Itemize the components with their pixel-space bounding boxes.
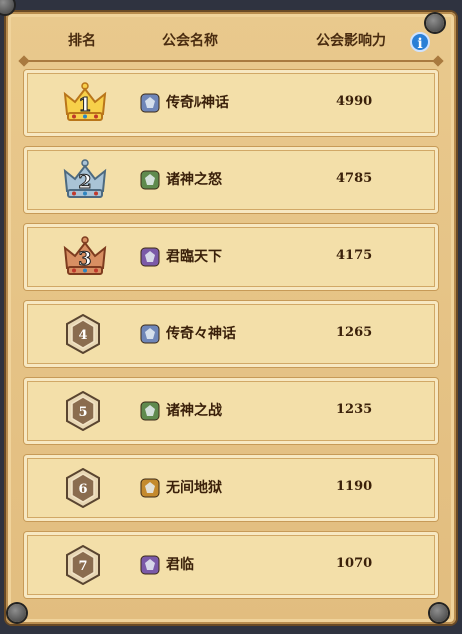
guild-name: 诸神之战 (166, 403, 222, 419)
guild-emblem-icon (140, 247, 160, 267)
guild-name: 无间地狱 (166, 480, 222, 496)
rank-header: 排名 (68, 33, 96, 49)
guild-influence: 1235 (336, 402, 373, 417)
hexagon-rank-icon: 7 (66, 545, 100, 585)
guild-emblem-icon (140, 170, 160, 190)
header-divider (22, 60, 440, 62)
guild-influence: 1070 (336, 556, 373, 571)
rank-number: 2 (78, 171, 91, 193)
guild-name: 传奇々神话 (166, 326, 236, 342)
guild-emblem-icon (140, 93, 160, 113)
corner-bolt (430, 604, 448, 622)
guild-influence: 4990 (336, 94, 373, 109)
guild-influence: 4175 (336, 248, 373, 263)
table-row[interactable]: 2 诸神之怒 4785 (24, 147, 438, 213)
table-row[interactable]: 3 君臨天下 4175 (24, 224, 438, 290)
rank-number: 4 (78, 328, 87, 343)
guild-name: 君臨天下 (166, 249, 222, 265)
guild-influence: 1265 (336, 325, 373, 340)
crown-rank-icon: 2 (63, 159, 107, 198)
guild-emblem-icon (140, 324, 160, 344)
rank-number: 3 (78, 248, 91, 270)
table-row[interactable]: 7 君临 1070 (24, 532, 438, 598)
influence-header: 公会影响力 (316, 33, 386, 49)
crown-rank-icon: 3 (63, 236, 107, 275)
table-row[interactable]: 4 传奇々神话 1265 (24, 301, 438, 367)
table-row[interactable]: 1 传奇ﾙ神话 4990 (24, 70, 438, 136)
table-header: 排名 公会名称 公会影响力 i (26, 22, 436, 58)
table-row[interactable]: 5 诸神之战 1235 (24, 378, 438, 444)
guild-emblem-icon (140, 555, 160, 575)
table-row[interactable]: 6 无间地狱 1190 (24, 455, 438, 521)
guild-influence: 4785 (336, 171, 373, 186)
rank-number: 1 (78, 94, 91, 116)
rank-number: 7 (78, 559, 87, 574)
hexagon-rank-icon: 5 (66, 391, 100, 431)
guild-emblem-icon (140, 478, 160, 498)
guild-emblem-icon (140, 401, 160, 421)
info-icon[interactable]: i (410, 32, 430, 52)
crown-rank-icon: 1 (63, 82, 107, 121)
guild-name: 君临 (166, 557, 194, 573)
guild-influence: 1190 (336, 479, 373, 494)
guild-name: 诸神之怒 (166, 172, 222, 188)
hexagon-rank-icon: 6 (66, 468, 100, 508)
rank-number: 5 (78, 405, 87, 420)
guild-name: 传奇ﾙ神话 (166, 95, 229, 111)
hexagon-rank-icon: 4 (66, 314, 100, 354)
corner-bolt (8, 604, 26, 622)
rank-number: 6 (78, 482, 87, 497)
guild-name-header: 公会名称 (162, 33, 218, 49)
